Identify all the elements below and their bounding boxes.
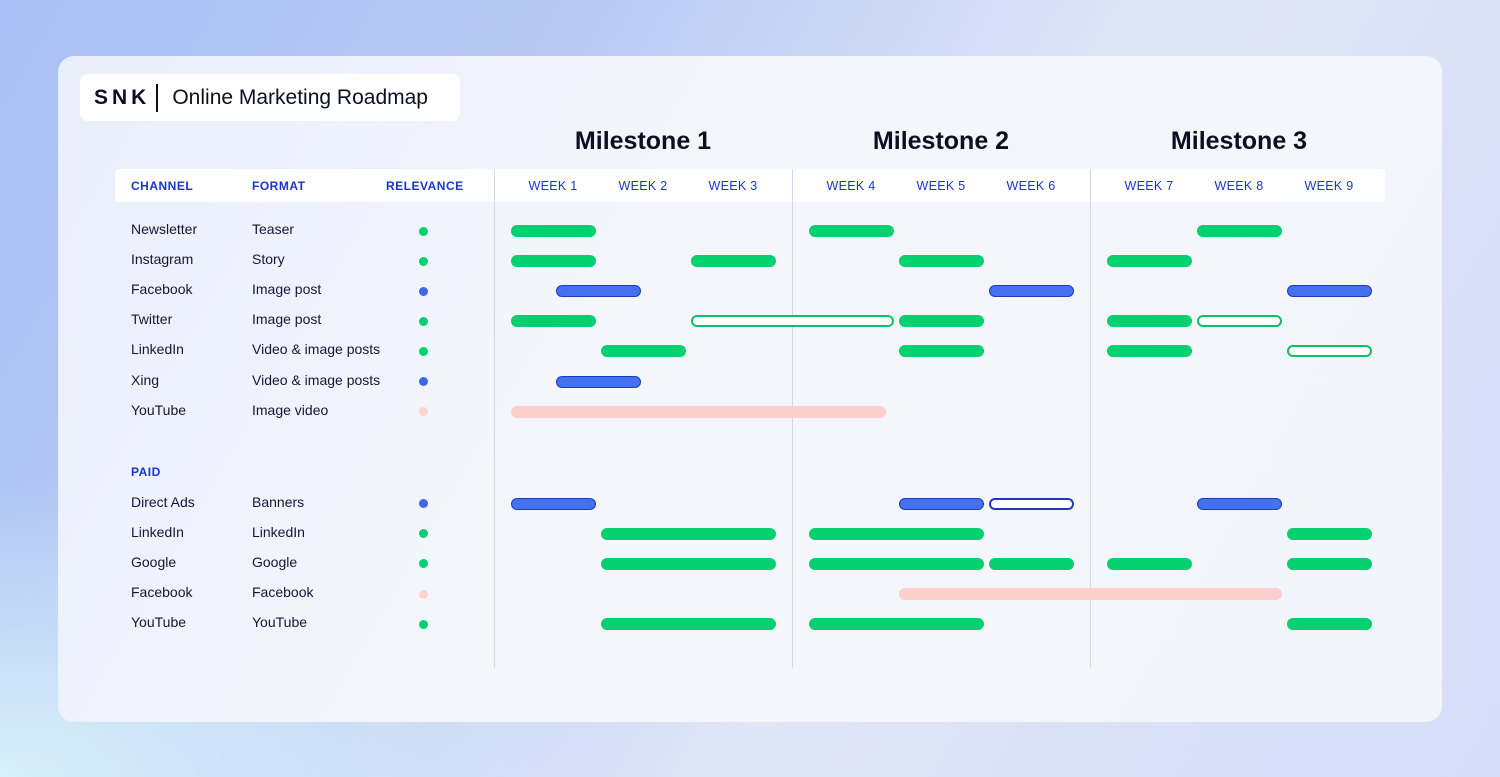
week-header: WEEK 3 (708, 179, 758, 193)
relevance-dot-green (419, 226, 428, 236)
relevance-dot-pink (419, 589, 428, 599)
gantt-bar-blue[interactable] (556, 375, 641, 388)
gantt-bar-green[interactable] (601, 527, 776, 540)
week-header: WEEK 2 (618, 179, 668, 193)
format-label: Story (252, 251, 285, 268)
gantt-bar-green[interactable] (1107, 557, 1192, 570)
gantt-bar-green[interactable] (899, 255, 984, 268)
gantt-bar-green[interactable] (809, 618, 984, 631)
gantt-bar-green[interactable] (511, 225, 596, 237)
relevance-dot-blue (419, 377, 428, 386)
gantt-bar-blue[interactable] (1197, 497, 1282, 510)
channel-label: LinkedIn (131, 341, 184, 358)
gantt-bar-green[interactable] (1287, 527, 1372, 540)
format-label: Image video (252, 401, 329, 418)
milestone-divider (494, 169, 495, 668)
milestone-2-title: Milestone 2 (872, 127, 1010, 155)
column-header-relevance: RELEVANCE (386, 179, 464, 193)
gantt-bar-green[interactable] (899, 315, 984, 328)
gantt-bar-green[interactable] (899, 345, 984, 358)
gantt-bar-green[interactable] (1197, 225, 1282, 237)
channel-label: Facebook (131, 584, 193, 600)
format-label: Facebook (252, 584, 314, 600)
channel-label: Facebook (131, 281, 193, 298)
channel-label: Direct Ads (131, 493, 195, 510)
gantt-bar-green[interactable] (989, 557, 1074, 570)
page-title: Online Marketing Roadmap (172, 85, 428, 109)
gantt-bar-green-outline[interactable] (691, 315, 894, 328)
format-label: LinkedIn (252, 523, 305, 540)
gantt-bar-blue[interactable] (1287, 285, 1372, 298)
channel-label: Instagram (131, 251, 194, 268)
gantt-bar-blue[interactable] (511, 497, 596, 510)
gantt-bar-green[interactable] (511, 315, 596, 328)
column-header-format: FORMAT (252, 179, 306, 193)
gantt-bar-green[interactable] (1107, 315, 1192, 328)
section-label-paid: PAID (131, 464, 161, 479)
gantt-bar-blue[interactable] (899, 497, 984, 510)
relevance-dot-green (419, 346, 428, 356)
gantt-bar-blue-outline[interactable] (989, 497, 1074, 510)
week-header: WEEK 8 (1214, 179, 1264, 193)
week-header: WEEK 4 (826, 179, 876, 193)
channel-label: Twitter (131, 311, 173, 328)
milestone-divider (792, 169, 793, 668)
format-label: Banners (252, 493, 305, 510)
format-label: YouTube (252, 614, 308, 631)
gantt-bar-green-outline[interactable] (1197, 315, 1282, 328)
relevance-dot-green (419, 256, 428, 266)
gantt-bar-green[interactable] (601, 345, 686, 358)
gantt-bar-blue[interactable] (556, 285, 641, 298)
week-header: WEEK 5 (916, 179, 966, 193)
gantt-bar-green[interactable] (809, 557, 984, 570)
gantt-bar-green[interactable] (1107, 255, 1192, 268)
channel-label: Newsletter (131, 221, 198, 237)
gantt-bar-green[interactable] (1287, 557, 1372, 570)
milestone-1-title: Milestone 1 (574, 127, 712, 155)
milestone-3-title: Milestone 3 (1170, 127, 1308, 155)
relevance-dot-blue (419, 286, 428, 296)
gantt-bar-green[interactable] (511, 255, 596, 268)
week-header: WEEK 6 (1006, 179, 1056, 193)
gantt-bar-blue[interactable] (989, 285, 1074, 298)
gantt-bar-pink[interactable] (511, 405, 886, 418)
gantt-bar-green[interactable] (601, 557, 776, 570)
gantt-bar-green[interactable] (1287, 618, 1372, 631)
gantt-bar-green[interactable] (1107, 345, 1192, 358)
channel-label: Xing (131, 371, 160, 388)
relevance-dot-green (419, 316, 428, 326)
gantt-bar-green[interactable] (809, 527, 984, 540)
gantt-bar-green[interactable] (809, 225, 894, 237)
channel-label: YouTube (131, 401, 187, 418)
gantt-bar-green[interactable] (691, 255, 776, 268)
column-header-channel: CHANNEL (131, 179, 194, 193)
title-divider (156, 83, 159, 112)
week-header: WEEK 1 (528, 179, 578, 193)
logo: SNK (94, 85, 151, 109)
format-label: Video & image posts (252, 341, 381, 358)
title-box: SNK Online Marketing Roadmap (80, 74, 460, 121)
relevance-dot-green (419, 619, 428, 629)
gantt-bar-pink[interactable] (899, 588, 1282, 600)
format-label: Image post (252, 311, 322, 328)
channel-label: Google (131, 553, 177, 570)
channel-label: LinkedIn (131, 523, 184, 540)
format-label: Image post (252, 281, 322, 298)
gantt-bar-green-outline[interactable] (1287, 345, 1372, 358)
channel-label: YouTube (131, 614, 187, 631)
format-label: Video & image posts (252, 371, 381, 388)
week-header: WEEK 9 (1304, 179, 1354, 193)
format-label: Teaser (252, 221, 295, 237)
gantt-bar-green[interactable] (601, 618, 776, 631)
week-header: WEEK 7 (1124, 179, 1174, 193)
format-label: Google (252, 553, 298, 570)
